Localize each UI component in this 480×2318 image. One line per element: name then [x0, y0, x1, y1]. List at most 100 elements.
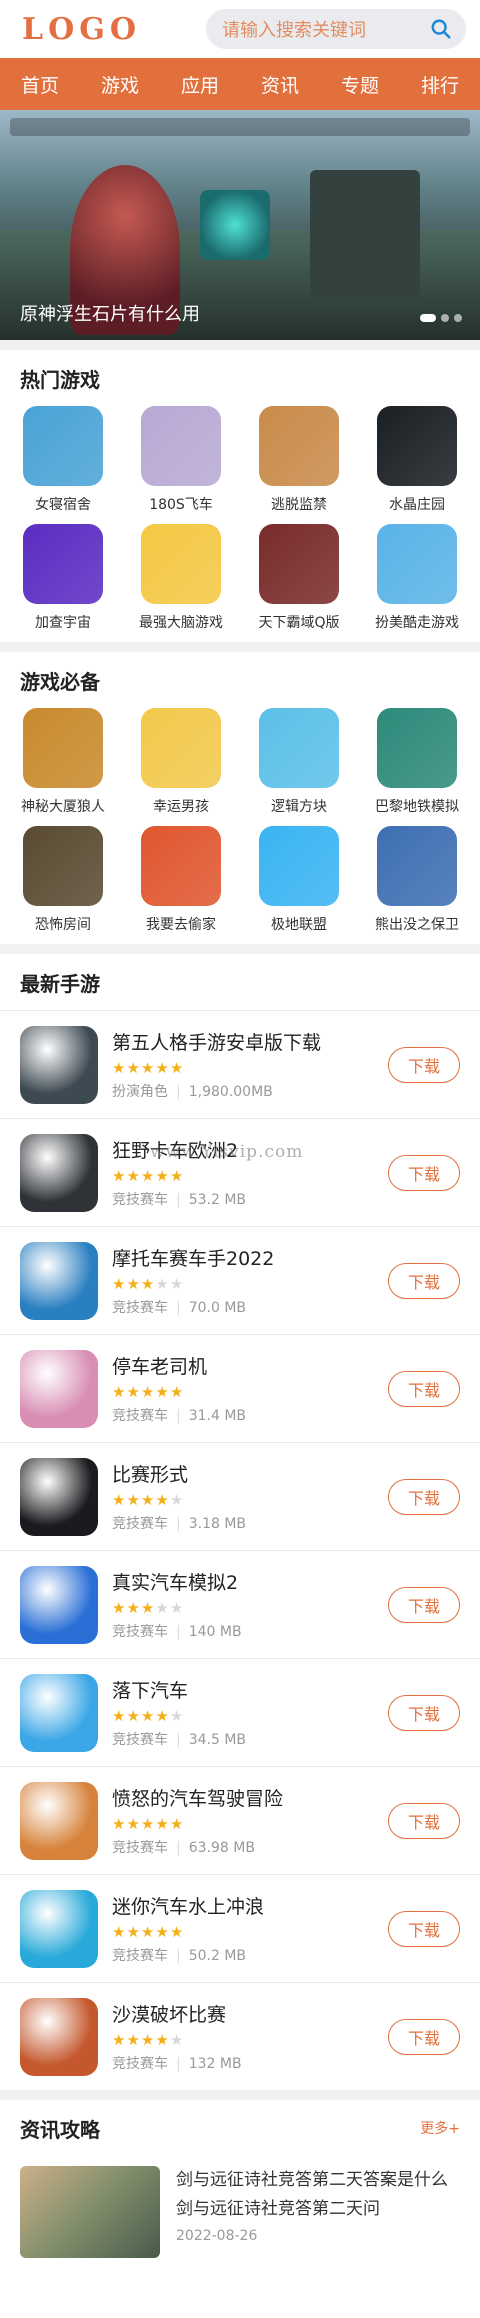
game-grid-item[interactable]: 扮美酷走游戏: [358, 524, 476, 642]
game-icon[interactable]: [20, 1133, 98, 1212]
game-icon[interactable]: [259, 826, 339, 906]
game-icon[interactable]: [23, 524, 103, 604]
game-icon[interactable]: [20, 1673, 98, 1752]
download-button[interactable]: 下载: [388, 1262, 460, 1299]
nav-item-apps[interactable]: 应用: [160, 71, 240, 98]
game-grid-item[interactable]: 极地联盟: [240, 826, 358, 944]
game-name[interactable]: 幸运男孩: [153, 796, 209, 816]
carousel-dot-active[interactable]: [420, 314, 436, 322]
carousel-dot[interactable]: [441, 314, 449, 322]
game-name[interactable]: 恐怖房间: [35, 914, 91, 934]
download-button[interactable]: 下载: [388, 1586, 460, 1623]
game-grid-item[interactable]: 女寝宿舍: [4, 406, 122, 524]
game-icon[interactable]: [259, 406, 339, 486]
banner-carousel[interactable]: 原神浮生石片有什么用: [0, 110, 480, 340]
game-icon[interactable]: [377, 708, 457, 788]
game-icon[interactable]: [20, 1997, 98, 2076]
game-icon[interactable]: [23, 826, 103, 906]
download-button[interactable]: 下载: [388, 1910, 460, 1947]
game-name[interactable]: 我要去偷家: [146, 914, 216, 934]
game-grid-item[interactable]: 最强大脑游戏: [122, 524, 240, 642]
game-title[interactable]: 比赛形式: [112, 1460, 388, 1487]
news-item[interactable]: 剑与远征诗社竞答第二天答案是什么 剑与远征诗社竞答第二天问 2022-08-26: [0, 2156, 480, 2268]
list-item[interactable]: 比赛形式 ★★★★★ 竞技赛车 | 3.18 MB 下载: [0, 1442, 480, 1550]
list-item[interactable]: 沙漠破坏比赛 ★★★★★ 竞技赛车 | 132 MB 下载: [0, 1982, 480, 2090]
download-button[interactable]: 下载: [388, 2018, 460, 2055]
nav-item-games[interactable]: 游戏: [80, 71, 160, 98]
game-grid-item[interactable]: 恐怖房间: [4, 826, 122, 944]
game-name[interactable]: 女寝宿舍: [35, 494, 91, 514]
game-icon[interactable]: [23, 406, 103, 486]
list-item[interactable]: 狂野卡车欧洲2 ★★★★★ 竞技赛车 | 53.2 MB 下载: [0, 1118, 480, 1226]
game-icon[interactable]: [20, 1349, 98, 1428]
nav-item-ranking[interactable]: 排行: [400, 71, 480, 98]
download-button[interactable]: 下载: [388, 1802, 460, 1839]
news-title[interactable]: 剑与远征诗社竞答第二天答案是什么 剑与远征诗社竞答第二天问: [176, 2166, 460, 2224]
game-icon[interactable]: [20, 1457, 98, 1536]
list-item[interactable]: 真实汽车模拟2 ★★★★★ 竞技赛车 | 140 MB 下载: [0, 1550, 480, 1658]
game-name[interactable]: 水晶庄园: [389, 494, 445, 514]
download-button[interactable]: 下载: [388, 1370, 460, 1407]
game-name[interactable]: 巴黎地铁模拟: [375, 796, 459, 816]
game-name[interactable]: 逃脱监禁: [271, 494, 327, 514]
game-grid-item[interactable]: 逻辑方块: [240, 708, 358, 826]
game-grid-item[interactable]: 神秘大厦狼人: [4, 708, 122, 826]
download-button[interactable]: 下载: [388, 1478, 460, 1515]
game-grid-item[interactable]: 加查宇宙: [4, 524, 122, 642]
game-icon[interactable]: [141, 406, 221, 486]
banner-title[interactable]: 原神浮生石片有什么用: [20, 300, 200, 326]
game-icon[interactable]: [23, 708, 103, 788]
game-title[interactable]: 落下汽车: [112, 1676, 388, 1703]
download-button[interactable]: 下载: [388, 1046, 460, 1083]
game-name[interactable]: 扮美酷走游戏: [375, 612, 459, 632]
game-icon[interactable]: [377, 524, 457, 604]
game-title[interactable]: 摩托车赛车手2022: [112, 1244, 388, 1271]
list-item[interactable]: 第五人格手游安卓版下载 ★★★★★ 扮演角色 | 1,980.00MB 下载: [0, 1010, 480, 1118]
list-item[interactable]: 停车老司机 ★★★★★ 竞技赛车 | 31.4 MB 下载: [0, 1334, 480, 1442]
game-grid-item[interactable]: 熊出没之保卫: [358, 826, 476, 944]
game-name[interactable]: 天下霸域Q版: [258, 612, 339, 632]
game-icon[interactable]: [141, 708, 221, 788]
search-icon[interactable]: [430, 18, 452, 40]
game-icon[interactable]: [259, 708, 339, 788]
nav-item-news[interactable]: 资讯: [240, 71, 320, 98]
game-title[interactable]: 真实汽车模拟2: [112, 1568, 388, 1595]
game-icon[interactable]: [20, 1025, 98, 1104]
more-link[interactable]: 更多+: [420, 2118, 460, 2138]
game-name[interactable]: 180S飞车: [149, 494, 213, 514]
game-icon[interactable]: [20, 1565, 98, 1644]
game-icon[interactable]: [377, 826, 457, 906]
game-title[interactable]: 愤怒的汽车驾驶冒险: [112, 1784, 388, 1811]
game-title[interactable]: 迷你汽车水上冲浪: [112, 1892, 388, 1919]
game-name[interactable]: 加查宇宙: [35, 612, 91, 632]
game-grid-item[interactable]: 巴黎地铁模拟: [358, 708, 476, 826]
game-icon[interactable]: [141, 524, 221, 604]
game-name[interactable]: 神秘大厦狼人: [21, 796, 105, 816]
download-button[interactable]: 下载: [388, 1154, 460, 1191]
game-icon[interactable]: [141, 826, 221, 906]
game-title[interactable]: 第五人格手游安卓版下载: [112, 1028, 388, 1055]
game-icon[interactable]: [20, 1889, 98, 1968]
news-thumbnail[interactable]: [20, 2166, 160, 2258]
game-grid-item[interactable]: 逃脱监禁: [240, 406, 358, 524]
game-name[interactable]: 最强大脑游戏: [139, 612, 223, 632]
nav-item-home[interactable]: 首页: [0, 71, 80, 98]
game-icon[interactable]: [259, 524, 339, 604]
game-title[interactable]: 沙漠破坏比赛: [112, 2000, 388, 2027]
game-name[interactable]: 逻辑方块: [271, 796, 327, 816]
game-icon[interactable]: [20, 1241, 98, 1320]
search-input[interactable]: 请输入搜索关键词: [222, 16, 430, 42]
list-item[interactable]: 迷你汽车水上冲浪 ★★★★★ 竞技赛车 | 50.2 MB 下载: [0, 1874, 480, 1982]
list-item[interactable]: 愤怒的汽车驾驶冒险 ★★★★★ 竞技赛车 | 63.98 MB 下载: [0, 1766, 480, 1874]
game-icon[interactable]: [20, 1781, 98, 1860]
game-name[interactable]: 熊出没之保卫: [375, 914, 459, 934]
game-grid-item[interactable]: 天下霸域Q版: [240, 524, 358, 642]
game-grid-item[interactable]: 180S飞车: [122, 406, 240, 524]
download-button[interactable]: 下载: [388, 1694, 460, 1731]
game-icon[interactable]: [377, 406, 457, 486]
logo[interactable]: LOGO: [22, 12, 141, 47]
nav-item-topics[interactable]: 专题: [320, 71, 400, 98]
game-title[interactable]: 停车老司机: [112, 1352, 388, 1379]
game-grid-item[interactable]: 水晶庄园: [358, 406, 476, 524]
game-grid-item[interactable]: 我要去偷家: [122, 826, 240, 944]
